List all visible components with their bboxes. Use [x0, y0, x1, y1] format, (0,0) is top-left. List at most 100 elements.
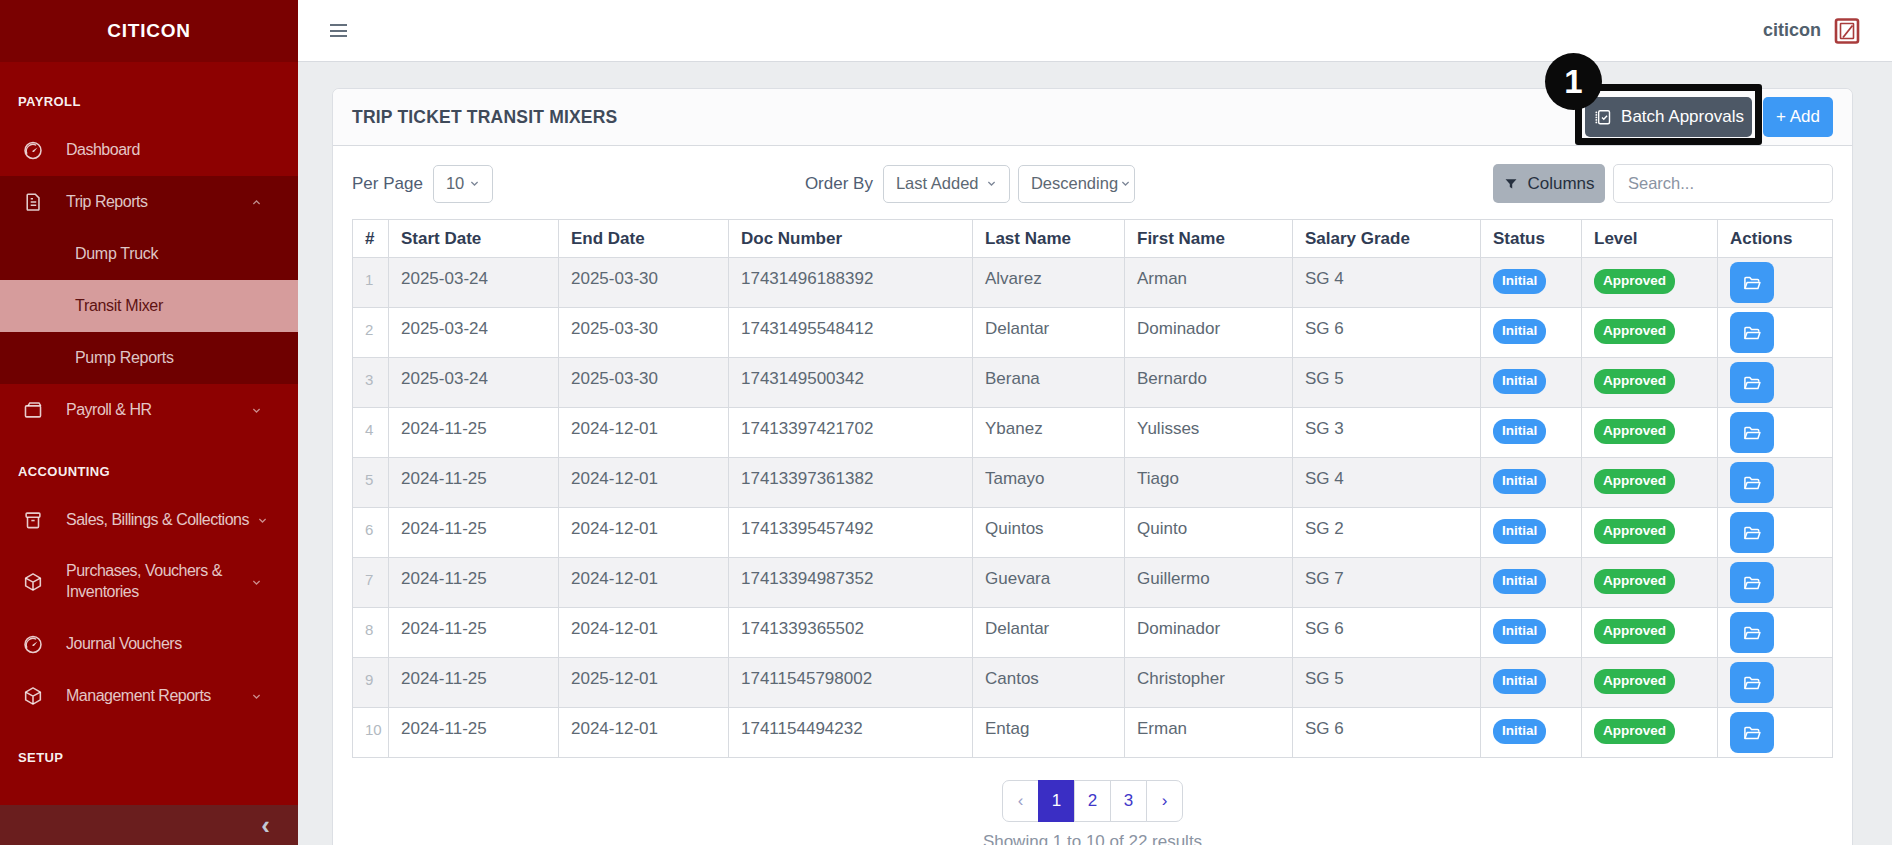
table-cell: 2024-11-25	[389, 408, 559, 458]
open-trip-button[interactable]	[1730, 412, 1774, 453]
table-cell: SG 3	[1293, 408, 1481, 458]
nav-section-label-payroll: PAYROLL	[0, 62, 298, 124]
topbar: citicon	[298, 0, 1892, 62]
open-trip-button[interactable]	[1730, 262, 1774, 303]
pagination-page-3[interactable]: 3	[1110, 780, 1147, 822]
table-cell: SG 5	[1293, 658, 1481, 708]
open-trip-button[interactable]	[1730, 362, 1774, 403]
document-icon	[22, 191, 44, 213]
sidebar-item-payroll-hr[interactable]: Payroll & HR	[0, 384, 298, 436]
table-cell: 2024-12-01	[559, 408, 729, 458]
status-cell: Initial	[1481, 558, 1582, 608]
open-trip-button[interactable]	[1730, 662, 1774, 703]
columns-button[interactable]: Columns	[1493, 164, 1605, 203]
folder-open-icon	[1742, 523, 1762, 543]
status-cell: Initial	[1481, 458, 1582, 508]
caretDown-icon	[249, 575, 264, 590]
status-badge: Initial	[1493, 369, 1546, 394]
caretDown-icon	[249, 689, 264, 704]
sidebar-subitem-dump-truck[interactable]: Dump Truck	[0, 228, 298, 280]
sidebar: CITICON PAYROLLDashboardTrip ReportsDump…	[0, 0, 298, 845]
search-input[interactable]	[1613, 164, 1833, 203]
table-cell: Berana	[973, 358, 1125, 408]
table-cell: Bernardo	[1125, 358, 1293, 408]
per-page-label: Per Page	[352, 174, 423, 194]
folder-open-icon	[1742, 323, 1762, 343]
caretUp-icon	[249, 195, 264, 210]
pagination-page-2[interactable]: 2	[1074, 780, 1111, 822]
table-cell: Guillermo	[1125, 558, 1293, 608]
table-row: 42024-11-252024-12-0117413397421702Ybane…	[353, 408, 1833, 458]
table-cell: 2024-11-25	[389, 458, 559, 508]
chevron-down-icon	[984, 176, 999, 191]
status-badge: Initial	[1493, 269, 1546, 294]
table-cell: 17413397361382	[729, 458, 973, 508]
pagination-next[interactable]: ›	[1146, 780, 1183, 822]
add-button[interactable]: + Add	[1763, 97, 1833, 137]
sidebar-item-purchases-vouchers-inventories[interactable]: Purchases, Vouchers & Inventories	[0, 546, 298, 618]
cube-icon	[22, 685, 44, 707]
sidebar-collapse-button[interactable]: ‹	[0, 805, 298, 845]
table-cell: Ybanez	[973, 408, 1125, 458]
level-badge: Approved	[1594, 319, 1675, 344]
status-badge: Initial	[1493, 519, 1546, 544]
sidebar-item-journal-vouchers[interactable]: Journal Vouchers	[0, 618, 298, 670]
level-badge: Approved	[1594, 419, 1675, 444]
actions-cell	[1718, 408, 1833, 458]
nav-section-label-setup: SETUP	[0, 722, 298, 780]
order-direction-select[interactable]: Descending	[1018, 165, 1135, 203]
column-header-actions: Actions	[1718, 220, 1833, 258]
order-by-select[interactable]: Last Added	[883, 165, 1010, 203]
open-trip-button[interactable]	[1730, 612, 1774, 653]
folder-open-icon	[1742, 723, 1762, 743]
table-controls: Per Page 10 Order By Last Added	[352, 164, 1833, 203]
topbar-brand[interactable]: citicon	[1763, 17, 1861, 45]
sidebar-item-label: Sales, Billings & Collections	[66, 511, 249, 529]
batch-approvals-button[interactable]: Batch Approvals	[1585, 97, 1752, 137]
status-cell: Initial	[1481, 508, 1582, 558]
table-cell: Christopher	[1125, 658, 1293, 708]
table-cell: 5	[353, 458, 389, 508]
hamburger-menu-icon[interactable]	[330, 24, 347, 37]
table-row: 52024-11-252024-12-0117413397361382Tamay…	[353, 458, 1833, 508]
column-header-doc-number: Doc Number	[729, 220, 973, 258]
table-cell: Quintos	[973, 508, 1125, 558]
card-body: Per Page 10 Order By Last Added	[333, 146, 1852, 845]
column-header-first-name: First Name	[1125, 220, 1293, 258]
table-cell: 8	[353, 608, 389, 658]
pagination-page-1[interactable]: 1	[1038, 780, 1075, 822]
sidebar-item-dashboard[interactable]: Dashboard	[0, 124, 298, 176]
open-trip-button[interactable]	[1730, 462, 1774, 503]
folder-open-icon	[1742, 273, 1762, 293]
open-trip-button[interactable]	[1730, 562, 1774, 603]
order-by-group: Order By Last Added Descending	[805, 165, 1135, 203]
chevron-down-icon	[467, 176, 482, 191]
sidebar-subitem-pump-reports[interactable]: Pump Reports	[0, 332, 298, 384]
table-cell: 2025-03-24	[389, 258, 559, 308]
per-page-select[interactable]: 10	[433, 165, 493, 203]
level-cell: Approved	[1582, 558, 1718, 608]
table-cell: 17413397421702	[729, 408, 973, 458]
open-trip-button[interactable]	[1730, 712, 1774, 753]
sidebar-item-label: Trip Reports	[66, 193, 243, 211]
folder-open-icon	[1742, 673, 1762, 693]
open-trip-button[interactable]	[1730, 512, 1774, 553]
table-cell: Tamayo	[973, 458, 1125, 508]
table-row: 102024-11-252024-12-011741154494232Entag…	[353, 708, 1833, 758]
pagination-prev[interactable]: ‹	[1002, 780, 1039, 822]
level-cell: Approved	[1582, 658, 1718, 708]
app-root: CITICON PAYROLLDashboardTrip ReportsDump…	[0, 0, 1892, 845]
table-cell: 2025-12-01	[559, 658, 729, 708]
sidebar-item-trip-reports[interactable]: Trip Reports	[0, 176, 298, 228]
sidebar-item-sales-billings-collections[interactable]: Sales, Billings & Collections	[0, 494, 298, 546]
trip-ticket-card: TRIP TICKET TRANSIT MIXERS Batch Approva…	[332, 88, 1853, 845]
table-cell: 2024-12-01	[559, 558, 729, 608]
folder-open-icon	[1742, 373, 1762, 393]
speedometer-icon	[22, 139, 44, 161]
sidebar-subitem-transit-mixer[interactable]: Transit Mixer	[0, 280, 298, 332]
page-title: TRIP TICKET TRANSIT MIXERS	[352, 107, 617, 128]
status-badge: Initial	[1493, 719, 1546, 744]
status-cell: Initial	[1481, 308, 1582, 358]
sidebar-item-management-reports[interactable]: Management Reports	[0, 670, 298, 722]
open-trip-button[interactable]	[1730, 312, 1774, 353]
